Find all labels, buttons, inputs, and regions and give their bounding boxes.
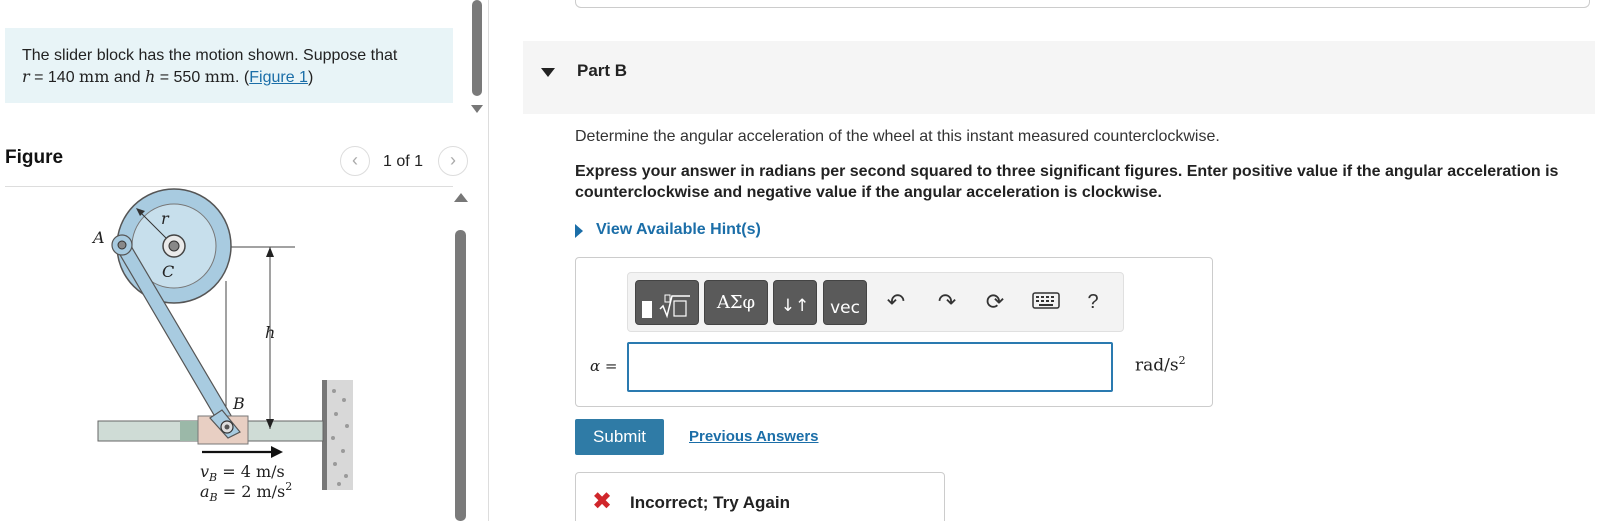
previous-answers-link[interactable]: Previous Answers — [689, 428, 819, 445]
redo-icon[interactable]: ↷ — [932, 287, 962, 317]
answer-instructions: Express your answer in radians per secon… — [575, 163, 1559, 201]
incorrect-x-icon: ✖ — [592, 488, 613, 515]
previous-figure-button[interactable]: ‹ — [340, 146, 370, 176]
arrows-button[interactable]: ↓↑ — [773, 280, 817, 325]
figure-scrollbar-thumb[interactable] — [455, 230, 466, 521]
answer-variable-label: α = — [590, 357, 618, 375]
view-hints-link[interactable]: View Available Hint(s) — [596, 221, 761, 239]
mechanism-figure: A C r h B vB = 4 m/s aB = 2 m/s2 — [91, 188, 353, 504]
figure-title: Figure — [5, 147, 64, 168]
answer-input[interactable] — [627, 342, 1113, 392]
expand-caret-icon[interactable] — [575, 224, 583, 238]
scrollbar-thumb[interactable] — [472, 0, 482, 96]
problem-statement: The slider block has the motion shown. S… — [5, 28, 453, 103]
collapse-caret-icon[interactable] — [541, 68, 555, 77]
problem-text: The slider block has the motion shown. S… — [22, 47, 398, 64]
question-text: Determine the angular acceleration of th… — [575, 128, 1220, 145]
ab-value: = 2 m/s — [218, 482, 286, 501]
submit-button[interactable]: Submit — [575, 419, 664, 455]
keyboard-icon[interactable] — [1031, 287, 1061, 317]
help-button[interactable]: ? — [1080, 287, 1106, 317]
h-variable: h — [144, 67, 156, 86]
svg-text:vB = 4 m/s: vB = 4 m/s — [200, 462, 285, 484]
scroll-down-arrow-icon[interactable] — [471, 105, 483, 113]
templates-icon — [642, 294, 690, 319]
ab-symbol: a — [200, 482, 210, 501]
templates-button[interactable] — [635, 280, 699, 325]
next-figure-button[interactable]: › — [438, 146, 468, 176]
undo-icon[interactable]: ↶ — [881, 287, 911, 317]
previous-part-card — [575, 0, 1590, 8]
vector-button[interactable]: vec — [823, 280, 867, 325]
pane-divider[interactable] — [488, 0, 489, 521]
label-h: h — [265, 323, 275, 342]
r-variable: r — [22, 67, 30, 86]
label-c: C — [162, 262, 174, 281]
h-unit: mm — [204, 67, 236, 86]
greek-symbols-button[interactable]: ΑΣφ — [704, 280, 768, 325]
wall — [322, 380, 353, 490]
left-pane: The slider block has the motion shown. S… — [0, 0, 488, 521]
reset-icon[interactable]: ⟳ — [980, 287, 1010, 317]
label-a: A — [91, 228, 105, 247]
r-unit: mm — [79, 67, 110, 86]
figure-pager-count: 1 of 1 — [383, 153, 424, 170]
r-value: 140 — [47, 69, 75, 86]
figure-link[interactable]: Figure 1 — [249, 69, 308, 86]
math-toolbar: ΑΣφ ↓↑ vec ↶ ↷ ⟳ ? — [627, 272, 1124, 332]
part-title[interactable]: Part B — [577, 61, 627, 81]
feedback-text: Incorrect; Try Again — [630, 493, 790, 512]
scroll-up-arrow-icon[interactable] — [454, 193, 468, 202]
label-r: r — [161, 209, 170, 228]
part-header[interactable] — [523, 41, 1595, 114]
vb-value: = 4 m/s — [217, 462, 285, 481]
vb-symbol: v — [200, 462, 209, 481]
label-b: B — [232, 394, 245, 413]
h-value: 550 — [173, 69, 201, 86]
answer-units: rad/s2 — [1135, 354, 1186, 376]
